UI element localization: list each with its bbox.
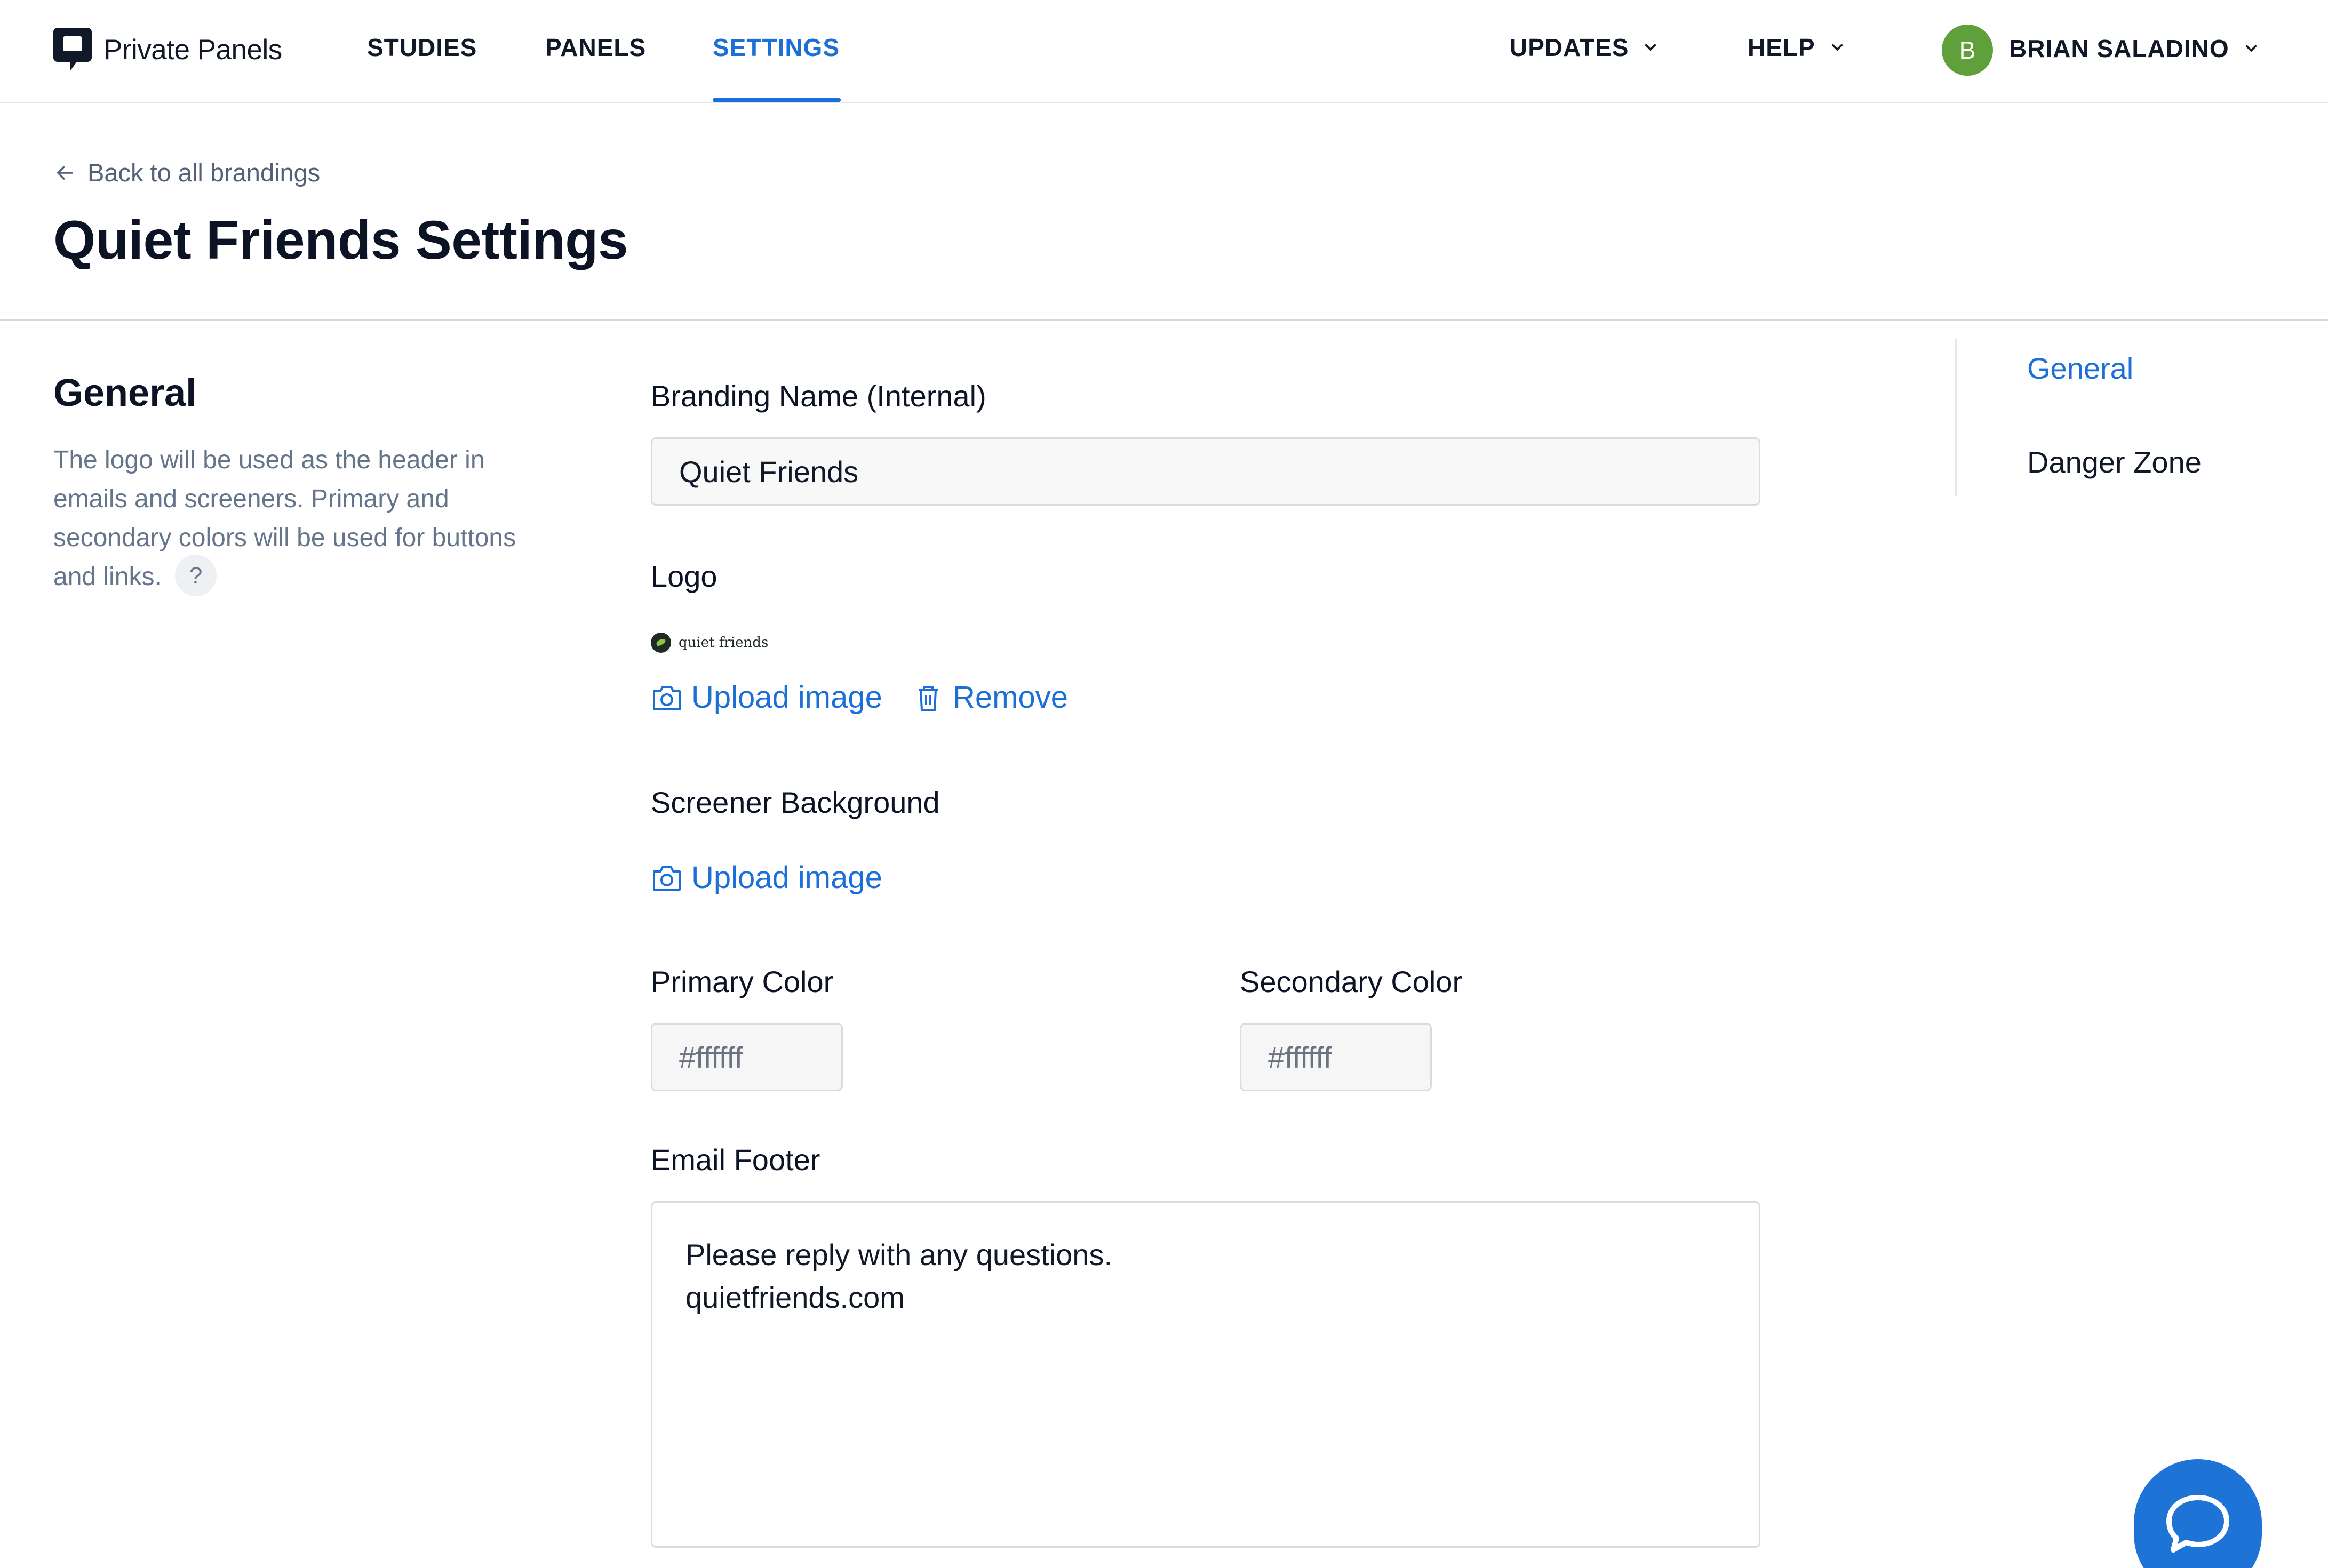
- back-link-label: Back to all brandings: [87, 158, 321, 187]
- secondary-color-input[interactable]: #ffffff: [1240, 1023, 1432, 1091]
- email-footer-line: Please reply with any questions.: [685, 1238, 1112, 1271]
- trash-icon: [919, 685, 938, 711]
- screener-background-label: Screener Background: [651, 786, 940, 819]
- brand-name: Private Panels: [103, 34, 282, 66]
- secondary-color-label: Secondary Color: [1240, 965, 1463, 998]
- header-divider: [0, 319, 2328, 321]
- camera-icon: [653, 866, 681, 891]
- logo-upload-image-button[interactable]: Upload image: [651, 679, 882, 715]
- side-nav-rule: [1955, 339, 1957, 496]
- chevron-down-icon: [1645, 43, 1657, 51]
- logo-label: Logo: [651, 559, 717, 593]
- email-footer-textarea[interactable]: Please reply with any questions. quietfr…: [651, 1201, 1760, 1548]
- brand-logo-icon: [53, 28, 92, 70]
- brand[interactable]: Private Panels: [53, 27, 282, 73]
- email-footer-line: quietfriends.com: [685, 1281, 905, 1314]
- back-to-brandings-link[interactable]: Back to all brandings: [53, 158, 320, 187]
- upload-image-label: Upload image: [691, 680, 882, 715]
- avatar[interactable]: B: [1942, 25, 1993, 76]
- primary-color-input[interactable]: #ffffff: [651, 1023, 843, 1091]
- user-name: BRIAN SALADINO: [2009, 35, 2229, 62]
- side-nav-general[interactable]: General: [2027, 351, 2133, 386]
- email-footer-label: Email Footer: [651, 1143, 820, 1177]
- user-menu[interactable]: BRIAN SALADINO: [2009, 34, 2261, 63]
- logo-mark-icon: [651, 633, 671, 653]
- help-menu[interactable]: HELP: [1748, 33, 1847, 62]
- screener-upload-image-button[interactable]: Upload image: [651, 860, 882, 895]
- active-nav-indicator: [713, 98, 841, 102]
- logo-remove-button[interactable]: Remove: [912, 679, 1068, 715]
- chat-bubble-icon: [2166, 1495, 2229, 1553]
- updates-menu[interactable]: UPDATES: [1510, 33, 1661, 62]
- page-title: Quiet Friends Settings: [53, 210, 628, 270]
- arrow-left-icon: [57, 165, 73, 180]
- camera-icon: [653, 685, 681, 710]
- branding-name-input[interactable]: Quiet Friends: [651, 437, 1760, 506]
- help-question-icon[interactable]: ?: [175, 555, 217, 597]
- side-nav-danger-zone[interactable]: Danger Zone: [2027, 445, 2202, 479]
- help-label: HELP: [1748, 34, 1815, 61]
- logo-preview: quiet friends: [651, 633, 768, 653]
- updates-label: UPDATES: [1510, 34, 1629, 61]
- section-description-text: The logo will be used as the header in e…: [53, 446, 516, 591]
- chat-support-button[interactable]: [2134, 1459, 2262, 1568]
- chevron-down-icon: [2245, 44, 2257, 52]
- branding-name-label: Branding Name (Internal): [651, 379, 986, 413]
- logo-preview-text: quiet friends: [679, 635, 769, 651]
- section-description: The logo will be used as the header in e…: [53, 441, 533, 597]
- upload-image-label: Upload image: [691, 860, 882, 895]
- remove-label: Remove: [953, 680, 1068, 715]
- nav-panels[interactable]: PANELS: [545, 33, 646, 62]
- top-navigation: Private Panels STUDIES PANELS SETTINGS U…: [0, 0, 2328, 103]
- section-title: General: [53, 372, 197, 414]
- nav-studies[interactable]: STUDIES: [367, 33, 477, 62]
- primary-color-label: Primary Color: [651, 965, 834, 998]
- chevron-down-icon: [1831, 43, 1843, 51]
- nav-settings[interactable]: SETTINGS: [713, 33, 840, 62]
